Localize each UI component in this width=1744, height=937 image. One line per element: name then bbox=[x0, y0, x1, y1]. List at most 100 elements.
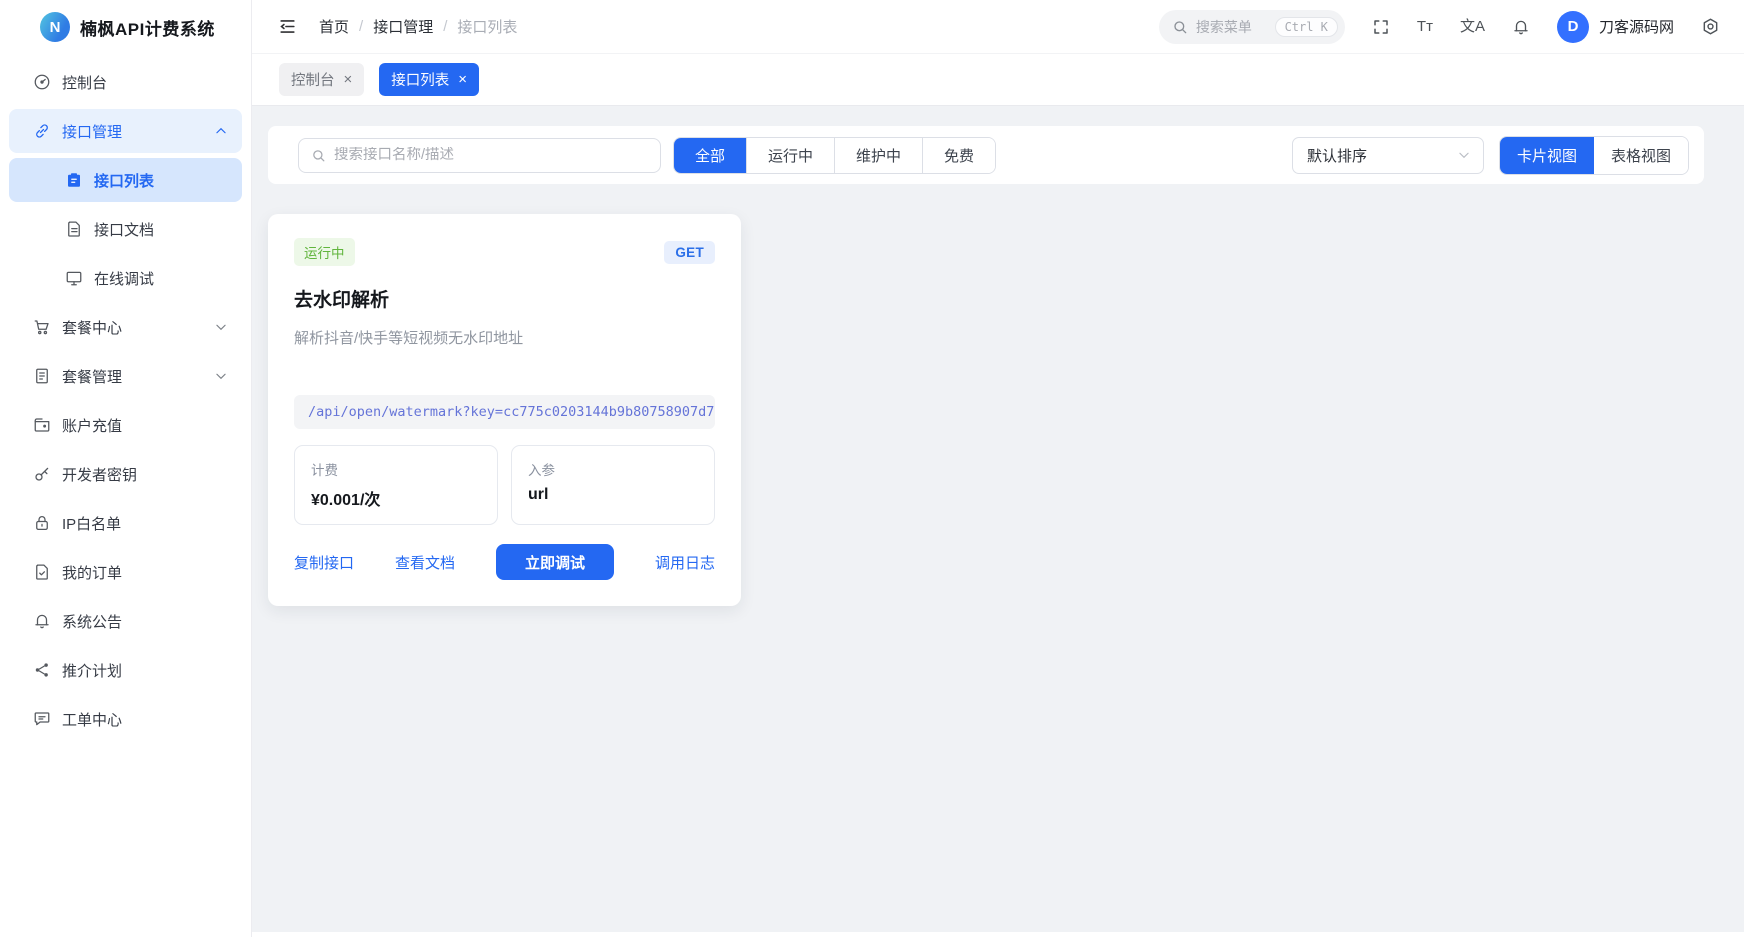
sidebar-item-api-docs[interactable]: 接口文档 bbox=[9, 207, 242, 251]
lock-icon bbox=[33, 514, 51, 532]
sidebar-item-announcements[interactable]: 系统公告 bbox=[9, 599, 242, 643]
api-card-actions: 复制接口 查看文档 立即调试 调用日志 bbox=[294, 544, 715, 580]
share-icon bbox=[33, 661, 51, 679]
sort-select[interactable]: 默认排序 bbox=[1292, 137, 1484, 174]
method-badge: GET bbox=[664, 241, 715, 264]
api-search-input[interactable] bbox=[334, 147, 648, 163]
key-icon bbox=[33, 465, 51, 483]
sidebar-item-dashboard[interactable]: 控制台 bbox=[9, 60, 242, 104]
breadcrumb-current: 接口列表 bbox=[457, 16, 517, 37]
topbar-actions: 搜索菜单 Ctrl K Tᴛ 文A D 刀客源码网 bbox=[1159, 10, 1720, 44]
sidebar-item-label: 控制台 bbox=[62, 72, 228, 93]
chevron-down-icon bbox=[214, 369, 228, 383]
settings-gear-icon[interactable] bbox=[1701, 17, 1720, 36]
sidebar-item-label: 在线调试 bbox=[94, 268, 228, 289]
breadcrumb: 首页 / 接口管理 / 接口列表 bbox=[319, 16, 517, 37]
package-doc-icon bbox=[33, 367, 51, 385]
api-stats: 计费 ¥0.001/次 入参 url bbox=[294, 445, 715, 525]
filter-all-button[interactable]: 全部 bbox=[674, 138, 746, 173]
api-endpoint[interactable]: /api/open/watermark?key=cc775c0203144b9b… bbox=[294, 395, 715, 429]
card-view-button[interactable]: 卡片视图 bbox=[1500, 137, 1594, 174]
sort-select-value: 默认排序 bbox=[1307, 145, 1367, 166]
sidebar-item-account-recharge[interactable]: 账户充值 bbox=[9, 403, 242, 447]
debug-now-button[interactable]: 立即调试 bbox=[496, 544, 614, 580]
api-card-header: 运行中 GET bbox=[294, 238, 715, 266]
view-docs-link[interactable]: 查看文档 bbox=[395, 552, 455, 573]
sidebar-item-label: 套餐中心 bbox=[62, 317, 203, 338]
tab-dashboard[interactable]: 控制台 × bbox=[279, 63, 364, 96]
sidebar-item-label: 接口管理 bbox=[62, 121, 203, 142]
breadcrumb-separator: / bbox=[359, 18, 363, 35]
notification-bell-icon[interactable] bbox=[1512, 18, 1530, 36]
view-toggle-group: 卡片视图 表格视图 bbox=[1499, 136, 1689, 175]
sidebar-item-referral-program[interactable]: 推介计划 bbox=[9, 648, 242, 692]
tab-close-icon[interactable]: × bbox=[458, 72, 467, 87]
sidebar-item-label: 工单中心 bbox=[62, 709, 228, 730]
chevron-down-icon bbox=[1457, 148, 1471, 162]
filter-free-button[interactable]: 免费 bbox=[922, 138, 995, 173]
app-logo-icon: N bbox=[40, 12, 70, 42]
breadcrumb-api-management[interactable]: 接口管理 bbox=[373, 16, 433, 37]
fullscreen-icon[interactable] bbox=[1372, 18, 1390, 36]
sidebar-item-api-management[interactable]: 接口管理 bbox=[9, 109, 242, 153]
sidebar-item-ip-whitelist[interactable]: IP白名单 bbox=[9, 501, 242, 545]
app-logo[interactable]: N 楠枫API计费系统 bbox=[9, 0, 242, 54]
font-size-icon[interactable]: Tᴛ bbox=[1417, 19, 1433, 34]
breadcrumb-home[interactable]: 首页 bbox=[319, 16, 349, 37]
sidebar-item-label: 套餐管理 bbox=[62, 366, 203, 387]
menu-fold-icon[interactable] bbox=[278, 17, 297, 36]
sidebar-item-label: 系统公告 bbox=[62, 611, 228, 632]
shortcut-badge: Ctrl K bbox=[1275, 17, 1338, 37]
search-icon bbox=[311, 148, 326, 163]
bell-icon bbox=[33, 612, 51, 630]
breadcrumb-separator: / bbox=[443, 18, 447, 35]
sidebar-item-ticket-center[interactable]: 工单中心 bbox=[9, 697, 242, 741]
params-stat: 入参 url bbox=[511, 445, 715, 525]
monitor-icon bbox=[65, 269, 83, 287]
table-view-button[interactable]: 表格视图 bbox=[1594, 137, 1688, 174]
main-area: 首页 / 接口管理 / 接口列表 搜索菜单 Ctrl K Tᴛ 文A bbox=[252, 0, 1744, 937]
sidebar-item-label: 推介计划 bbox=[62, 660, 228, 681]
copy-api-link[interactable]: 复制接口 bbox=[294, 552, 354, 573]
sidebar-item-developer-keys[interactable]: 开发者密钥 bbox=[9, 452, 242, 496]
api-card: 运行中 GET 去水印解析 解析抖音/快手等短视频无水印地址 /api/open… bbox=[268, 214, 741, 606]
list-icon bbox=[65, 171, 83, 189]
sidebar-item-online-debug[interactable]: 在线调试 bbox=[9, 256, 242, 300]
tabbar: 控制台 × 接口列表 × bbox=[252, 54, 1744, 106]
translate-icon[interactable]: 文A bbox=[1460, 19, 1485, 34]
api-search-field bbox=[298, 138, 661, 173]
api-link-icon bbox=[33, 122, 51, 140]
api-description: 解析抖音/快手等短视频无水印地址 bbox=[294, 327, 715, 348]
search-icon bbox=[1172, 19, 1188, 35]
sidebar-item-label: 账户充值 bbox=[62, 415, 228, 436]
sidebar-item-plan-management[interactable]: 套餐管理 bbox=[9, 354, 242, 398]
filter-running-button[interactable]: 运行中 bbox=[746, 138, 834, 173]
stat-label: 入参 bbox=[528, 459, 698, 479]
user-name: 刀客源码网 bbox=[1599, 16, 1674, 37]
tab-api-list[interactable]: 接口列表 × bbox=[379, 63, 479, 96]
billing-stat: 计费 ¥0.001/次 bbox=[294, 445, 498, 525]
tab-label: 控制台 bbox=[291, 69, 335, 90]
sidebar-item-plan-center[interactable]: 套餐中心 bbox=[9, 305, 242, 349]
doc-icon bbox=[65, 220, 83, 238]
tab-close-icon[interactable]: × bbox=[344, 72, 353, 87]
sidebar: N 楠枫API计费系统 控制台 接口管理 bbox=[0, 0, 252, 937]
sidebar-item-my-orders[interactable]: 我的订单 bbox=[9, 550, 242, 594]
chevron-down-icon bbox=[214, 320, 228, 334]
user-menu[interactable]: D 刀客源码网 bbox=[1557, 11, 1674, 43]
stat-label: 计费 bbox=[311, 459, 481, 479]
filter-toolbar: 全部 运行中 维护中 免费 默认排序 卡片视图 表格视图 bbox=[268, 126, 1704, 184]
call-logs-link[interactable]: 调用日志 bbox=[655, 552, 715, 573]
menu-search-button[interactable]: 搜索菜单 Ctrl K bbox=[1159, 10, 1345, 44]
filter-maintenance-button[interactable]: 维护中 bbox=[834, 138, 922, 173]
tab-label: 接口列表 bbox=[391, 69, 449, 90]
topbar: 首页 / 接口管理 / 接口列表 搜索菜单 Ctrl K Tᴛ 文A bbox=[252, 0, 1744, 54]
sidebar-item-api-list[interactable]: 接口列表 bbox=[9, 158, 242, 202]
ticket-icon bbox=[33, 710, 51, 728]
chevron-up-icon bbox=[214, 124, 228, 138]
sidebar-item-label: 我的订单 bbox=[62, 562, 228, 583]
sidebar-menu: 控制台 接口管理 接口列表 接 bbox=[9, 60, 242, 741]
app-root: N 楠枫API计费系统 控制台 接口管理 bbox=[0, 0, 1744, 937]
wallet-icon bbox=[33, 416, 51, 434]
sidebar-item-label: IP白名单 bbox=[62, 513, 228, 534]
